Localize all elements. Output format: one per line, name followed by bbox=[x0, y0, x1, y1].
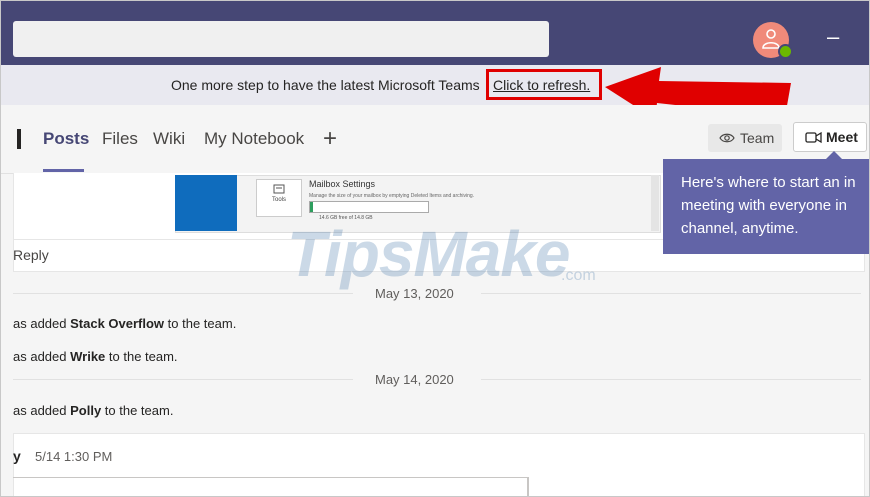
minimize-button[interactable]: – bbox=[827, 26, 839, 48]
video-camera-icon bbox=[805, 131, 822, 144]
message-card bbox=[13, 433, 865, 496]
system-event: as added Wrike to the team. bbox=[13, 349, 178, 364]
system-event: as added Stack Overflow to the team. bbox=[13, 316, 236, 331]
screenshot-blue-panel bbox=[175, 175, 237, 231]
watermark-suffix: .com bbox=[561, 267, 596, 284]
date-divider-left bbox=[13, 293, 353, 294]
add-tab-button[interactable]: + bbox=[323, 125, 337, 153]
presence-available-icon bbox=[778, 44, 793, 59]
tooltip-line: meeting with everyone in bbox=[681, 197, 847, 214]
tab-my-notebook[interactable]: My Notebook bbox=[204, 129, 304, 149]
event-prefix: as added bbox=[13, 403, 71, 418]
tooltip-line: channel, anytime. bbox=[681, 220, 799, 237]
storage-bar-fill bbox=[310, 202, 313, 212]
embedded-content-edge bbox=[13, 477, 529, 478]
meet-button[interactable]: Meet bbox=[793, 122, 867, 152]
event-prefix: as added bbox=[13, 316, 71, 331]
date-divider-right bbox=[481, 379, 861, 380]
screenshot-description: Manage the size of your mailbox by empty… bbox=[309, 193, 475, 199]
screenshot-title: Mailbox Settings bbox=[309, 179, 376, 189]
date-divider-right bbox=[481, 293, 861, 294]
channel-name-fragment bbox=[17, 129, 21, 149]
tipsmake-watermark: TipsMake bbox=[287, 218, 570, 290]
event-suffix: to the team. bbox=[105, 349, 178, 364]
tooltip-pointer bbox=[826, 151, 842, 159]
tooltip-line: Here's where to start an in bbox=[681, 174, 856, 191]
event-app-name: Polly bbox=[70, 403, 102, 418]
team-button[interactable]: Team bbox=[708, 124, 782, 152]
user-icon bbox=[762, 29, 780, 49]
storage-bar bbox=[309, 201, 429, 213]
message-timestamp: 5/14 1:30 PM bbox=[35, 449, 113, 464]
tab-posts[interactable]: Posts bbox=[43, 129, 89, 149]
tools-icon bbox=[273, 184, 285, 194]
meet-now-tooltip: Here's where to start an in meeting with… bbox=[663, 159, 869, 254]
event-app-name: Stack Overflow bbox=[70, 316, 165, 331]
event-suffix: to the team. bbox=[101, 403, 174, 418]
date-divider-left bbox=[13, 379, 353, 380]
banner-text: One more step to have the latest Microso… bbox=[171, 77, 480, 93]
meet-button-label: Meet bbox=[826, 129, 858, 145]
tab-wiki[interactable]: Wiki bbox=[153, 129, 185, 149]
system-event: as added Polly to the team. bbox=[13, 403, 173, 418]
search-box[interactable] bbox=[13, 21, 549, 57]
tab-files[interactable]: Files bbox=[102, 129, 138, 149]
event-prefix: as added bbox=[13, 349, 71, 364]
event-app-name: Wrike bbox=[70, 349, 106, 364]
screenshot-scrollbar bbox=[651, 175, 659, 231]
date-divider: May 14, 2020 bbox=[375, 372, 454, 387]
tools-label: Tools bbox=[271, 197, 286, 203]
teams-window: – One more step to have the latest Micro… bbox=[0, 0, 870, 497]
message-author[interactable]: y bbox=[13, 448, 21, 464]
event-suffix: to the team. bbox=[164, 316, 237, 331]
eye-icon bbox=[719, 133, 735, 143]
reply-button[interactable]: Reply bbox=[13, 247, 49, 263]
team-button-label: Team bbox=[740, 130, 775, 146]
embedded-content-edge bbox=[527, 477, 529, 496]
screenshot-tools-tile: Tools bbox=[256, 179, 302, 217]
active-tab-indicator bbox=[43, 169, 84, 172]
click-to-refresh-link[interactable]: Click to refresh. bbox=[493, 77, 590, 93]
